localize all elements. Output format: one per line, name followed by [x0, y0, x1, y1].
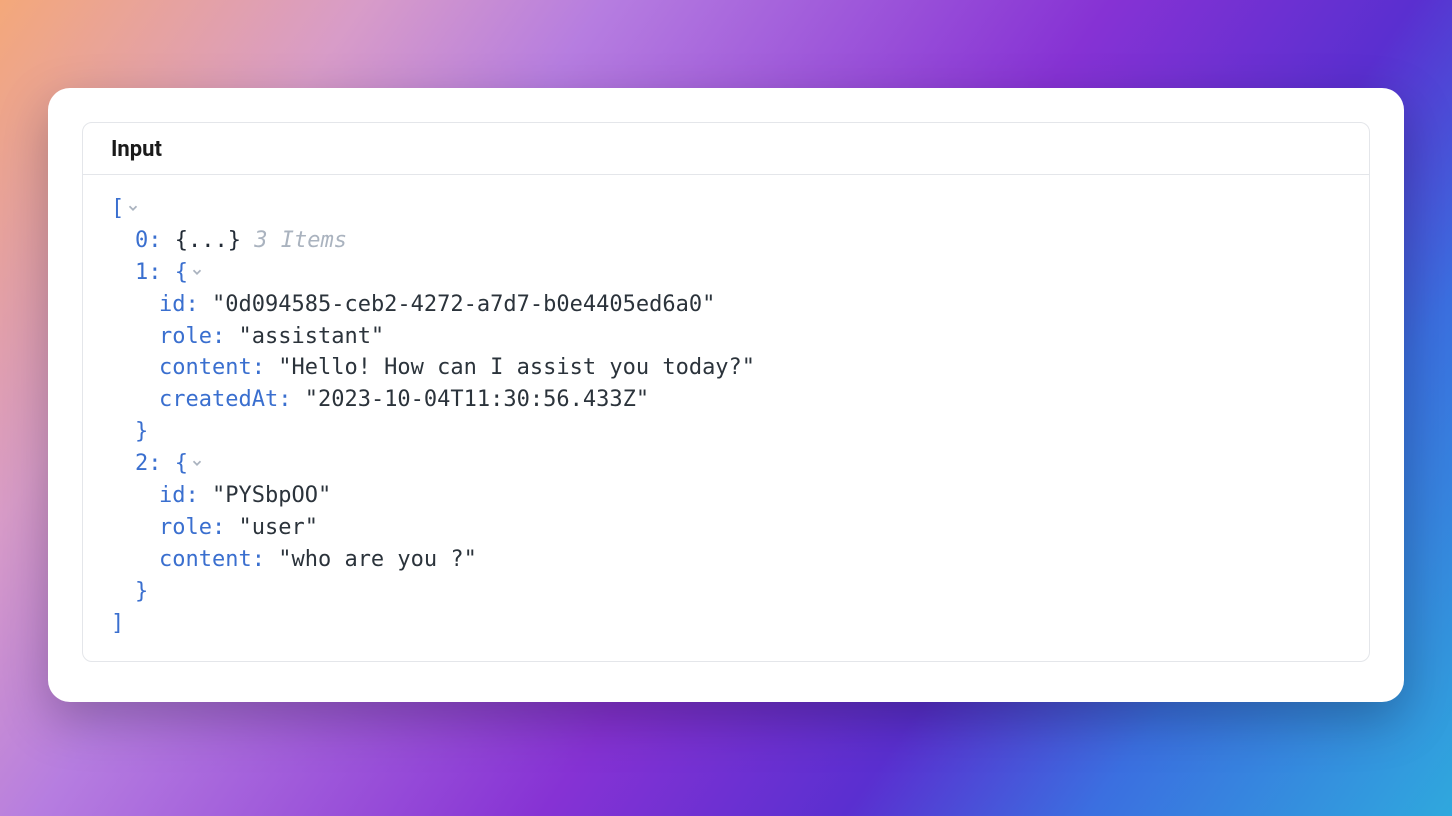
- main-card: Input [0: {...} 3 Items1: {id: "0d094585…: [48, 88, 1404, 702]
- key-id: id: [159, 292, 186, 317]
- item-2-close-row: }: [111, 576, 1341, 608]
- value-role: "user": [238, 515, 317, 540]
- item-1-index: 1: [135, 260, 148, 285]
- value-role: "assistant": [238, 324, 384, 349]
- input-panel: Input [0: {...} 3 Items1: {id: "0d094585…: [82, 122, 1370, 662]
- item-2-index: 2: [135, 451, 148, 476]
- value-content: "Hello! How can I assist you today?": [278, 355, 755, 380]
- item-2-role-row[interactable]: role: "user": [111, 512, 1341, 544]
- item-1-content-row[interactable]: content: "Hello! How can I assist you to…: [111, 352, 1341, 384]
- key-role: role: [159, 515, 212, 540]
- item-0-meta: 3 Items: [254, 228, 347, 253]
- array-close-row: ]: [111, 608, 1341, 640]
- key-content: content: [159, 547, 252, 572]
- value-content: "who are you ?": [278, 547, 477, 572]
- json-viewer: [0: {...} 3 Items1: {id: "0d094585-ceb2-…: [83, 175, 1369, 661]
- colon: :: [148, 260, 161, 285]
- item-1-close-row: }: [111, 416, 1341, 448]
- colon: :: [148, 451, 161, 476]
- object-close-brace: }: [135, 419, 148, 444]
- colon: :: [212, 324, 225, 349]
- array-open-bracket: [: [111, 196, 124, 221]
- value-createdAt: "2023-10-04T11:30:56.433Z": [305, 387, 649, 412]
- colon: :: [148, 228, 161, 253]
- chevron-down-icon[interactable]: [126, 201, 140, 215]
- item-0-index: 0: [135, 228, 148, 253]
- item-1-createdAt-row[interactable]: createdAt: "2023-10-04T11:30:56.433Z": [111, 384, 1341, 416]
- colon: :: [212, 515, 225, 540]
- panel-title: Input: [83, 123, 1369, 175]
- key-createdAt: createdAt: [159, 387, 278, 412]
- item-2-open-row[interactable]: 2: {: [111, 448, 1341, 480]
- colon: :: [186, 483, 199, 508]
- item-2-id-row[interactable]: id: "PYSbpOO": [111, 480, 1341, 512]
- array-close-bracket: ]: [111, 611, 124, 636]
- colon: :: [278, 387, 291, 412]
- value-id: "PYSbpOO": [212, 483, 331, 508]
- key-content: content: [159, 355, 252, 380]
- colon: :: [252, 547, 265, 572]
- chevron-down-icon[interactable]: [190, 456, 204, 470]
- item-1-role-row[interactable]: role: "assistant": [111, 321, 1341, 353]
- item-0-row[interactable]: 0: {...} 3 Items: [111, 225, 1341, 257]
- object-open-brace: {: [175, 451, 188, 476]
- key-role: role: [159, 324, 212, 349]
- item-2-content-row[interactable]: content: "who are you ?": [111, 544, 1341, 576]
- key-id: id: [159, 483, 186, 508]
- colon: :: [186, 292, 199, 317]
- item-1-id-row[interactable]: id: "0d094585-ceb2-4272-a7d7-b0e4405ed6a…: [111, 289, 1341, 321]
- chevron-down-icon[interactable]: [190, 265, 204, 279]
- object-open-brace: {: [175, 260, 188, 285]
- value-id: "0d094585-ceb2-4272-a7d7-b0e4405ed6a0": [212, 292, 715, 317]
- array-open-row[interactable]: [: [111, 193, 1341, 225]
- item-1-open-row[interactable]: 1: {: [111, 257, 1341, 289]
- item-0-collapsed: {...}: [175, 228, 241, 253]
- colon: :: [252, 355, 265, 380]
- object-close-brace: }: [135, 579, 148, 604]
